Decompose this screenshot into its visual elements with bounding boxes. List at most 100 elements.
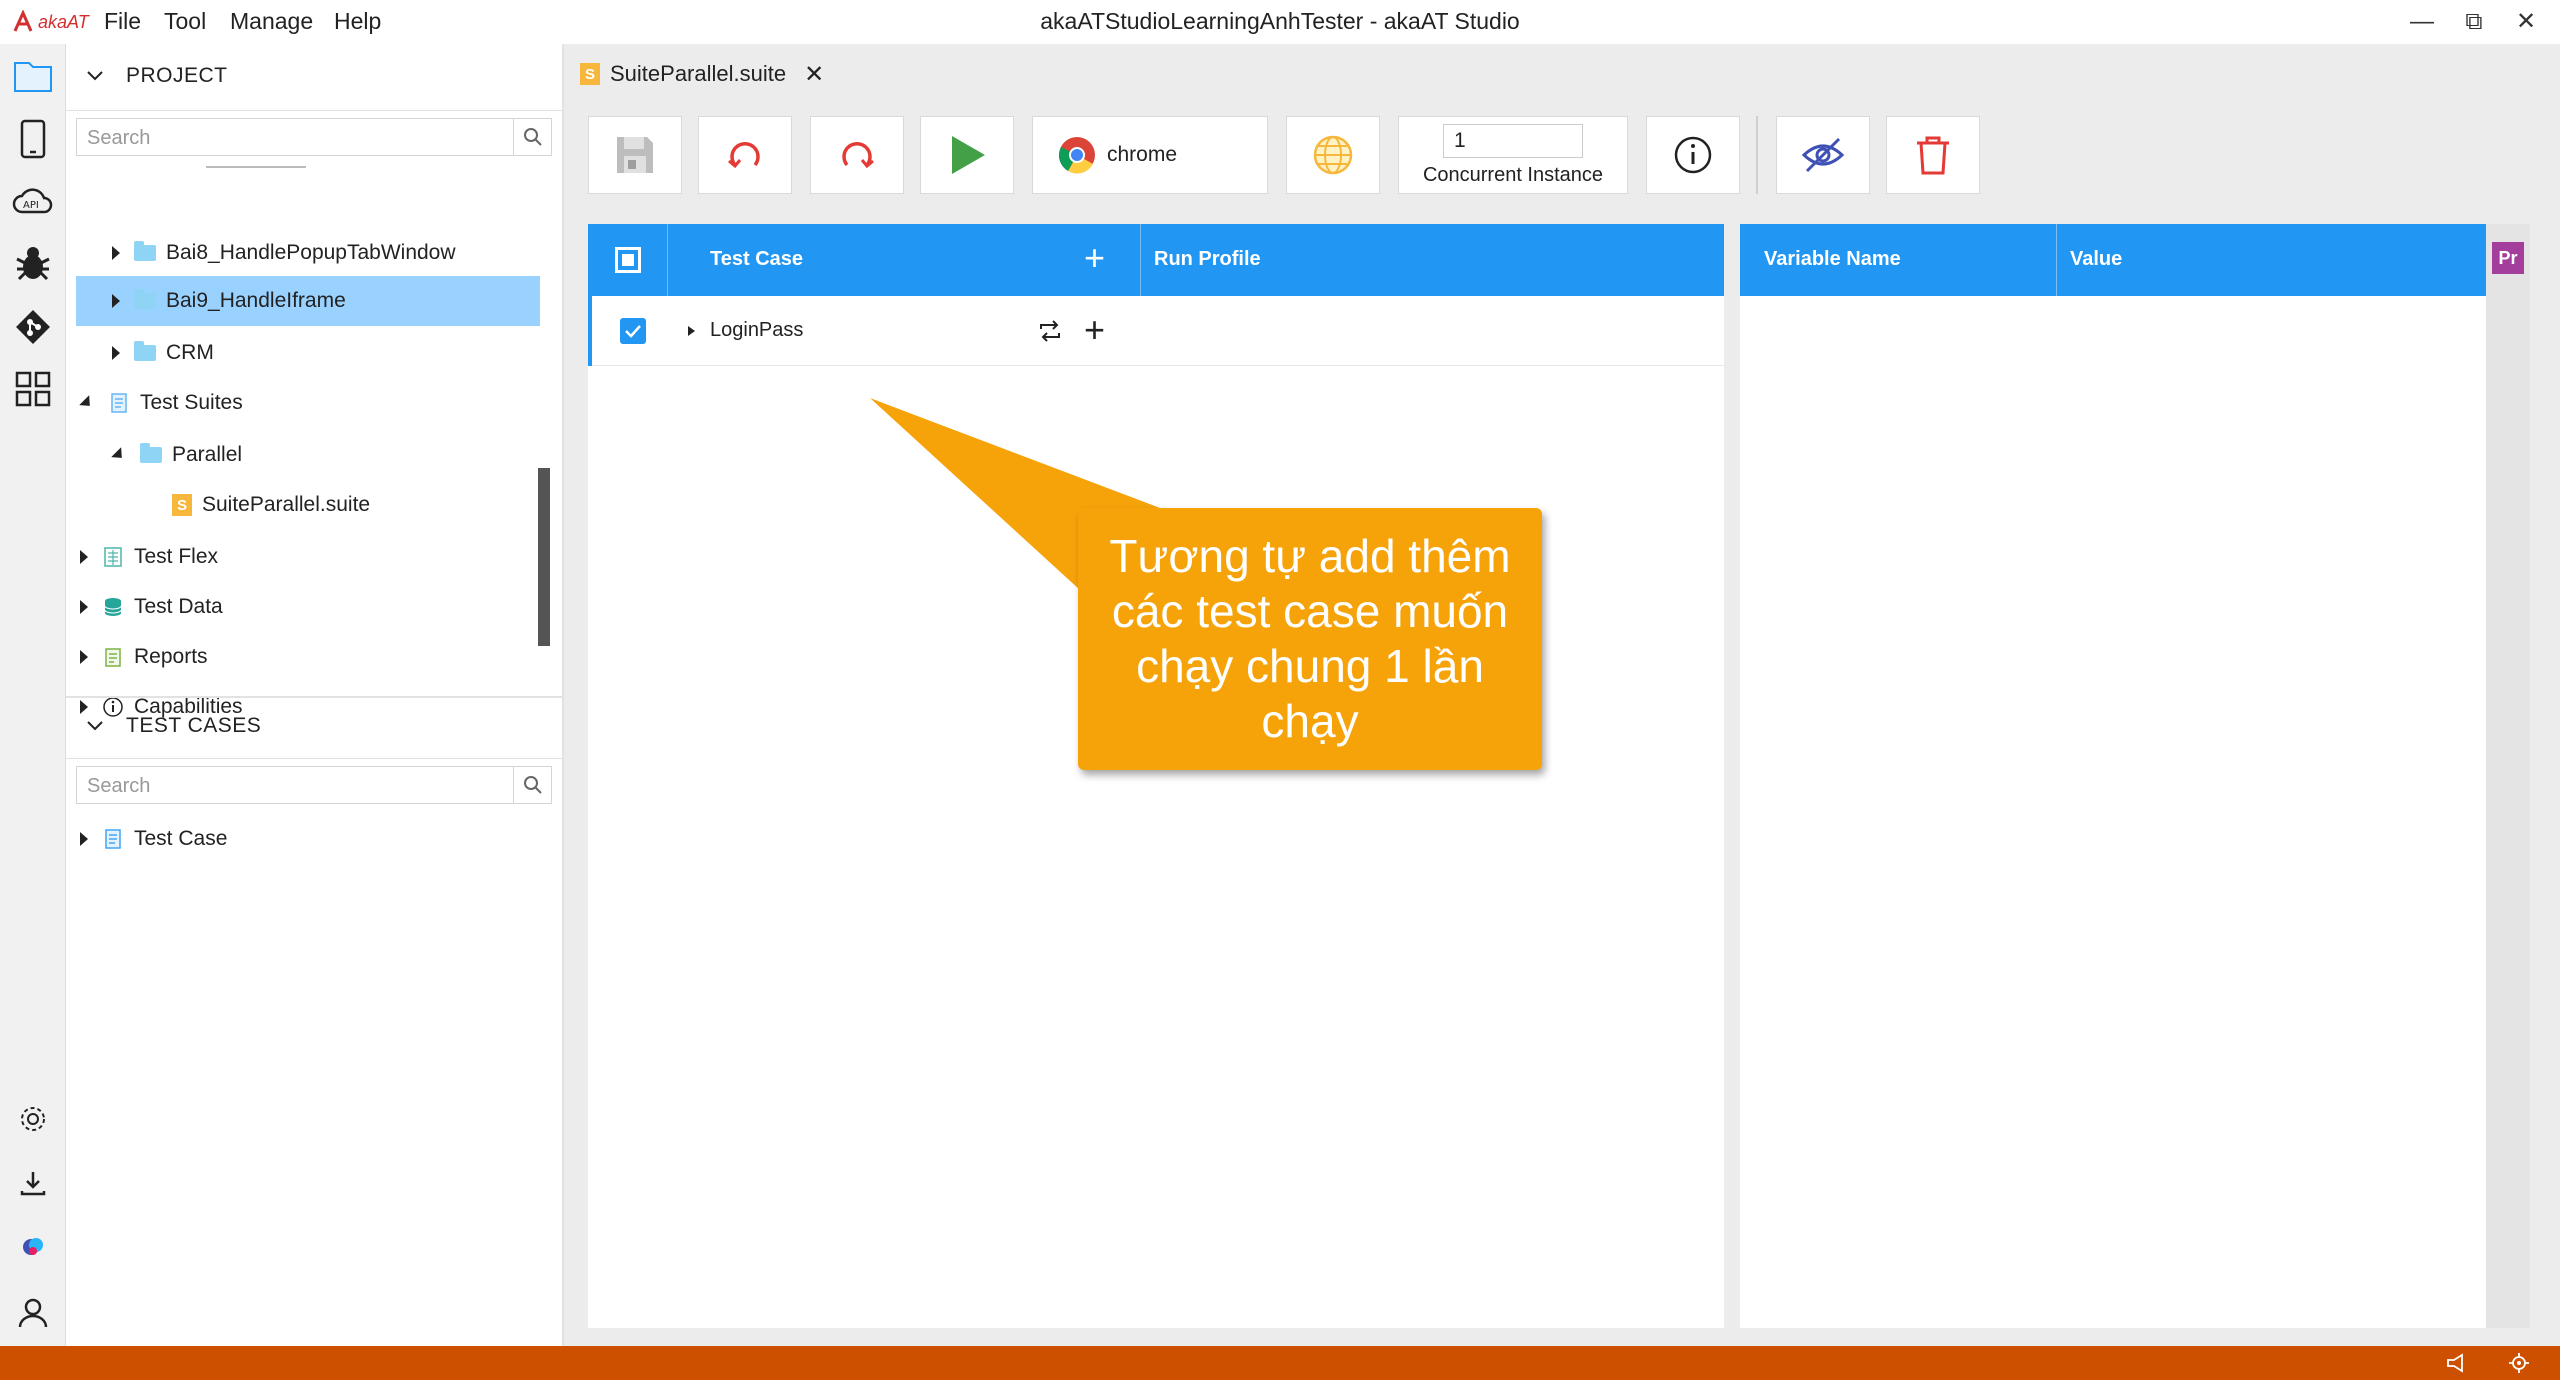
download-icon[interactable] xyxy=(8,1158,58,1208)
status-bar xyxy=(0,1346,2560,1380)
expand-arrow-icon[interactable] xyxy=(80,832,88,846)
environment-button[interactable] xyxy=(1286,116,1380,194)
search-icon[interactable] xyxy=(513,119,551,155)
project-section-header[interactable]: PROJECT xyxy=(86,64,228,88)
browser-label: chrome xyxy=(1107,143,1178,166)
close-window-button[interactable]: ✕ xyxy=(2496,4,2556,40)
testcases-section-title: TEST CASES xyxy=(126,714,262,737)
collapse-arrow-icon[interactable] xyxy=(79,395,95,411)
col-value: Value xyxy=(2070,248,2123,270)
properties-badge[interactable]: Pr xyxy=(2492,242,2524,274)
browser-select[interactable]: chrome xyxy=(1032,116,1268,194)
chevron-down-icon xyxy=(87,71,103,81)
table-row[interactable]: LoginPass + xyxy=(588,296,1724,366)
tree-item-test-suites[interactable]: Test Suites xyxy=(79,380,243,426)
tab-label: SuiteParallel.suite xyxy=(610,61,787,86)
tree-item-label: Test Suites xyxy=(140,391,243,414)
tree-item-test-flex[interactable]: Test Flex xyxy=(80,534,218,580)
api-cloud-icon[interactable]: API xyxy=(8,176,58,226)
folder-icon xyxy=(134,289,156,309)
feedback-target-icon[interactable] xyxy=(2508,1352,2530,1374)
info-icon xyxy=(1674,136,1712,174)
concurrent-instance-label: Concurrent Instance xyxy=(1422,163,1604,186)
project-search-input[interactable]: Search xyxy=(76,118,552,156)
tab-suite-parallel[interactable]: S SuiteParallel.suite ✕ xyxy=(580,54,824,94)
globe-icon xyxy=(1313,135,1353,175)
hide-button[interactable] xyxy=(1776,116,1870,194)
expand-arrow-icon[interactable] xyxy=(112,246,120,260)
reload-icon xyxy=(842,141,874,169)
chrome-icon xyxy=(1058,137,1095,174)
expand-arrow-icon[interactable] xyxy=(80,700,88,714)
save-button[interactable] xyxy=(588,116,682,194)
repeat-icon[interactable] xyxy=(1038,320,1062,342)
callout-text: Tương tự add thêm các test case muốn chạ… xyxy=(1109,530,1511,747)
mobile-icon[interactable] xyxy=(8,114,58,164)
explorer-icon[interactable] xyxy=(8,50,58,100)
project-tree: Bai8_HandlePopupTabWindow Bai9_HandleIfr… xyxy=(66,162,562,730)
sidebar: PROJECT Search Bai8_HandlePopupTabWindow… xyxy=(66,44,564,1346)
collapse-arrow-icon[interactable] xyxy=(111,447,127,463)
tree-item-crm[interactable]: CRM xyxy=(112,330,214,376)
add-test-case-icon[interactable]: + xyxy=(1084,236,1105,280)
extensions-grid-icon[interactable] xyxy=(8,364,58,414)
tree-item-label: CRM xyxy=(166,341,214,364)
settings-gear-icon[interactable] xyxy=(8,1094,58,1144)
tree-item-label: Bai8_HandlePopupTabWindow xyxy=(166,241,456,264)
col-test-case: Test Case xyxy=(710,248,804,270)
test-flex-icon xyxy=(104,547,122,567)
activity-bar: API xyxy=(0,44,66,1346)
project-section-title: PROJECT xyxy=(126,64,228,87)
select-all-checkbox[interactable] xyxy=(588,224,668,296)
row-test-case-name: LoginPass xyxy=(710,319,804,341)
brand-swirl-icon[interactable] xyxy=(8,1222,58,1272)
chevron-down-icon xyxy=(87,721,103,731)
info-button[interactable] xyxy=(1646,116,1740,194)
notification-icon[interactable] xyxy=(2446,1353,2468,1373)
tree-item-test-case[interactable]: Test Case xyxy=(80,816,227,862)
expand-arrow-icon[interactable] xyxy=(80,600,88,614)
add-row-icon[interactable]: + xyxy=(1084,308,1105,352)
bug-icon[interactable] xyxy=(8,238,58,288)
testcases-search-input[interactable]: Search xyxy=(76,766,552,804)
play-icon xyxy=(952,136,985,174)
account-icon[interactable] xyxy=(8,1288,58,1338)
test-case-file-icon xyxy=(105,829,121,849)
reload-button[interactable] xyxy=(810,116,904,194)
row-expand-icon[interactable] xyxy=(688,326,695,336)
tree-item-test-data[interactable]: Test Data xyxy=(80,584,223,630)
col-run-profile: Run Profile xyxy=(1154,248,1261,270)
tree-item-label: Test Data xyxy=(134,595,223,618)
minimize-button[interactable]: — xyxy=(2392,4,2452,40)
suite-file-icon: S xyxy=(580,63,600,85)
project-tree-scrollbar[interactable] xyxy=(538,468,550,646)
database-icon xyxy=(104,598,122,616)
trash-icon xyxy=(1917,136,1949,175)
expand-arrow-icon[interactable] xyxy=(112,346,120,360)
side-panel-strip: Pr xyxy=(2486,224,2530,1328)
close-tab-icon[interactable]: ✕ xyxy=(804,60,824,89)
svg-text:API: API xyxy=(23,200,39,211)
delete-button[interactable] xyxy=(1886,116,1980,194)
testcases-search-placeholder: Search xyxy=(87,775,151,797)
search-icon[interactable] xyxy=(513,767,551,803)
run-button[interactable] xyxy=(920,116,1014,194)
tab-strip xyxy=(564,44,2560,100)
expand-arrow-icon[interactable] xyxy=(80,550,88,564)
variable-grid: Variable Name Value xyxy=(1740,224,2486,1328)
save-disk-icon xyxy=(617,137,653,173)
restore-button[interactable]: ⧉ xyxy=(2444,4,2504,40)
tree-item-suite-file[interactable]: S SuiteParallel.suite xyxy=(172,482,370,528)
tree-item-parallel[interactable]: Parallel xyxy=(111,432,242,478)
tree-item-bai8[interactable]: Bai8_HandlePopupTabWindow xyxy=(112,230,456,276)
refresh-button[interactable] xyxy=(698,116,792,194)
concurrent-instance-input[interactable]: 1 xyxy=(1443,123,1583,158)
git-icon[interactable] xyxy=(8,302,58,352)
tree-item-reports[interactable]: Reports xyxy=(80,634,208,680)
tree-item-bai9-selected[interactable]: Bai9_HandleIframe xyxy=(76,276,540,326)
expand-arrow-icon[interactable] xyxy=(112,294,120,308)
expand-arrow-icon[interactable] xyxy=(80,650,88,664)
refresh-icon xyxy=(728,141,760,169)
testcases-section-header[interactable]: TEST CASES xyxy=(86,714,261,738)
row-checkbox[interactable] xyxy=(620,318,646,344)
